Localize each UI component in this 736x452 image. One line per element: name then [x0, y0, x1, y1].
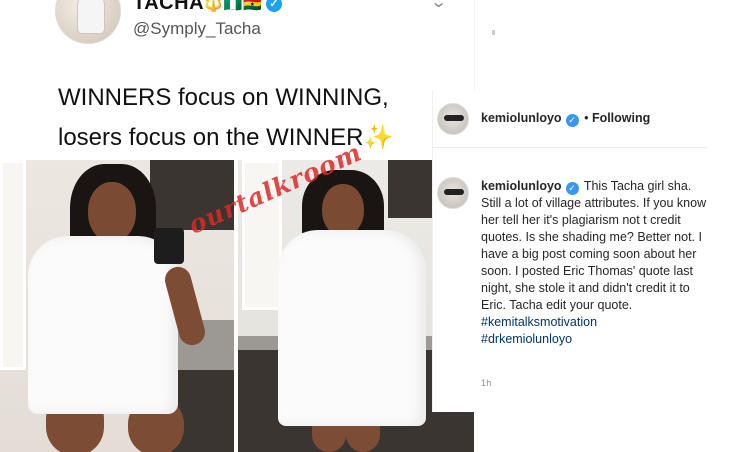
separator-dot: • — [584, 111, 589, 125]
divider-mark — [492, 30, 495, 35]
divider-line — [474, 0, 475, 90]
tweet-avatar[interactable] — [55, 0, 121, 44]
header-username[interactable]: kemiolunloyo — [481, 111, 562, 125]
verified-icon: ✓ — [565, 182, 579, 195]
caption: kemiolunloyo ✓ This Tacha girl sha. Still… — [481, 178, 707, 348]
verified-icon: ✓ — [266, 0, 283, 12]
instagram-panel: kemiolunloyo ✓ • Following kemiolunloyo ✓ … — [432, 90, 708, 412]
tweet-photo-1[interactable] — [0, 160, 234, 452]
hashtag-link-2[interactable]: #drkemiolunloyo — [481, 331, 707, 348]
sparkle-icon: ✨ — [363, 124, 394, 151]
header-avatar[interactable] — [437, 103, 469, 135]
hashtag-link-1[interactable]: #kemitalksmotivation — [481, 314, 707, 331]
following-button[interactable]: Following — [592, 111, 650, 125]
header-line: kemiolunloyo ✓ • Following — [481, 111, 650, 127]
tweet-screenshot: TACHA🔱🇳🇬🇬🇭 ✓ @Symply_Tacha ⌄ WINNERS focu… — [0, 0, 474, 452]
verified-icon: ✓ — [565, 114, 579, 127]
chevron-down-icon[interactable]: ⌄ — [430, 0, 447, 12]
tweet-text-line-1: WINNERS focus on WINNING, — [58, 84, 389, 111]
flag-emojis: 🔱🇳🇬🇬🇭 — [204, 0, 264, 13]
caption-text: This Tacha girl sha. Still a lot of vill… — [481, 179, 707, 312]
post-time[interactable]: 1h — [481, 378, 492, 388]
caption-avatar[interactable] — [437, 177, 469, 209]
post-header: kemiolunloyo ✓ • Following — [433, 90, 708, 148]
tweet-handle[interactable]: @Symply_Tacha — [133, 19, 261, 39]
tweet-display-name[interactable]: TACHA🔱🇳🇬🇬🇭 ✓ — [133, 0, 283, 15]
caption-username[interactable]: kemiolunloyo — [481, 179, 562, 193]
